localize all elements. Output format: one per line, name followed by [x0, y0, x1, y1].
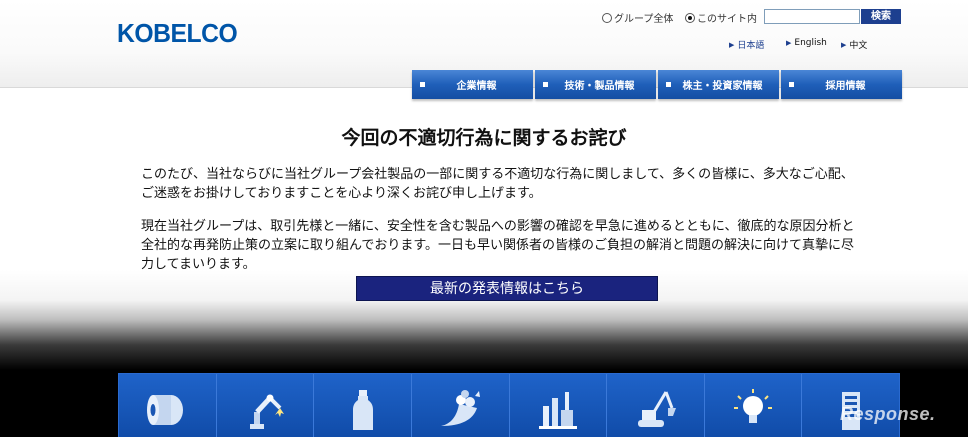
bullet-icon — [420, 82, 425, 87]
lang-japanese-link[interactable]: ▶ 日本語 — [729, 38, 765, 52]
nav-label: 企業情報 — [456, 81, 497, 92]
industrial-plant-icon — [538, 392, 577, 429]
scope-group-label: グループ全体 — [614, 14, 674, 25]
arrow-right-icon: ▶ — [841, 40, 847, 49]
search-button[interactable]: 検索 — [861, 9, 901, 24]
lang-chinese-link[interactable]: ▶ 中文 — [841, 38, 868, 52]
arrow-right-icon: ▶ — [786, 39, 792, 47]
light-bulb-icon — [734, 389, 773, 423]
nav-label: 技術・製品情報 — [564, 81, 635, 92]
nav-technology-products[interactable]: 技術・製品情報 — [535, 70, 656, 99]
apology-paragraph-1: このたび、当社ならびに当社グループ会社製品の一部に関する不適切な行為に関しまして… — [141, 167, 854, 201]
apology-title: 今回の不適切行為に関するお詫び — [341, 127, 627, 149]
nav-investor-relations[interactable]: 株主・投資家情報 — [658, 70, 779, 99]
arrow-right-icon: ▶ — [729, 40, 735, 49]
tile-construction-machinery[interactable] — [607, 374, 705, 437]
scope-site-option[interactable]: このサイト内 — [685, 10, 757, 25]
scope-group-radio[interactable] — [602, 12, 612, 23]
tile-welding-robot[interactable] — [216, 374, 315, 437]
tile-industrial-plant[interactable] — [509, 374, 608, 437]
tile-bottle[interactable] — [314, 374, 412, 437]
lang-english-link[interactable]: ▶ English — [786, 38, 827, 48]
nav-careers[interactable]: 採用情報 — [781, 70, 902, 99]
welding-robot-icon — [249, 394, 284, 429]
tile-light-bulb[interactable] — [704, 374, 803, 437]
product-tiles — [118, 373, 900, 437]
apology-paragraph-2: 現在当社グループは、取引先様と一緒に、安全性を含む製品への影響の確認を早急に進め… — [141, 219, 855, 272]
global-nav: 企業情報 技術・製品情報 株主・投資家情報 採用情報 — [412, 70, 902, 99]
search-input[interactable] — [764, 9, 860, 24]
lang-label: English — [794, 38, 827, 48]
bottle-icon — [352, 390, 373, 430]
steel-coil-icon — [147, 395, 184, 425]
tile-steel-coil[interactable] — [119, 374, 217, 437]
scope-group-option[interactable]: グループ全体 — [602, 10, 673, 25]
scope-site-radio[interactable] — [685, 12, 695, 23]
bullet-icon — [789, 82, 794, 87]
bullet-icon — [666, 82, 671, 87]
lang-label: 日本語 — [737, 41, 765, 51]
site-header: KOBELCO グループ全体 このサイト内 検索 ▶ 日本語 ▶ English… — [0, 0, 968, 99]
scope-site-label: このサイト内 — [697, 14, 757, 25]
kobelco-logo[interactable]: KOBELCO — [117, 18, 238, 49]
nav-corporate-info[interactable]: 企業情報 — [412, 70, 533, 99]
construction-machinery-icon — [638, 391, 677, 427]
lang-label: 中文 — [849, 41, 868, 51]
response-watermark: Response. — [840, 404, 936, 424]
bullet-icon — [543, 82, 548, 87]
cornucopia-icon — [441, 390, 481, 426]
nav-label: 採用情報 — [825, 81, 866, 92]
nav-label: 株主・投資家情報 — [682, 81, 763, 92]
tile-cornucopia[interactable] — [411, 374, 510, 437]
latest-announcements-button[interactable]: 最新の発表情報はこちら — [356, 276, 658, 301]
